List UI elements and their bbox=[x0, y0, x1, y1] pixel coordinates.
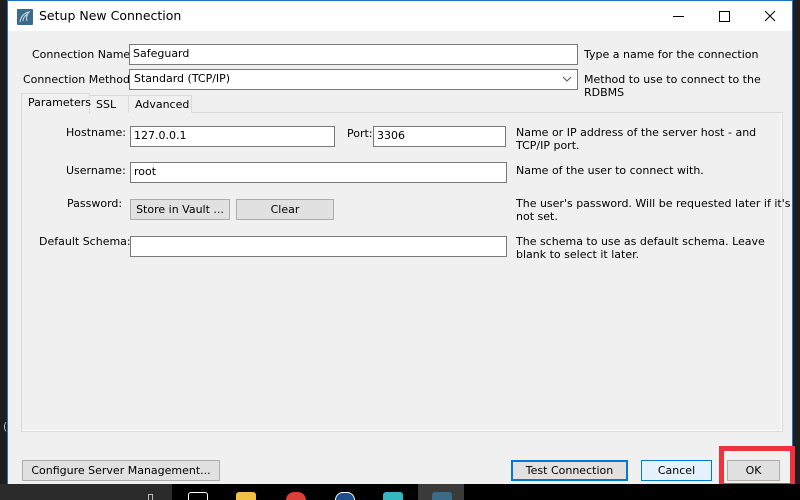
parameters-tab-panel bbox=[21, 112, 783, 432]
tab-ssl[interactable]: SSL bbox=[89, 95, 129, 113]
chrome-icon[interactable] bbox=[286, 492, 306, 500]
hostname-hint: Name or IP address of the server host - … bbox=[516, 126, 756, 152]
default-schema-label: Default Schema: bbox=[39, 235, 131, 248]
setup-connection-dialog: Setup New Connection Connection Name: Sa… bbox=[7, 0, 793, 484]
password-hint: The user's password. Will be requested l… bbox=[516, 197, 790, 223]
connection-method-hint: Method to use to connect to the RDBMS bbox=[584, 73, 761, 99]
minimize-icon bbox=[672, 15, 684, 17]
default-schema-input[interactable] bbox=[130, 236, 507, 257]
default-schema-hint-line2: blank to select it later. bbox=[516, 248, 640, 261]
close-button[interactable] bbox=[747, 1, 793, 31]
connection-method-select[interactable]: Standard (TCP/IP) bbox=[129, 69, 578, 90]
port-label: Port: bbox=[347, 127, 373, 140]
notepad-icon[interactable] bbox=[383, 492, 403, 500]
mysql-workbench-icon[interactable] bbox=[432, 492, 452, 500]
default-schema-hint-line1: The schema to use as default schema. Lea… bbox=[516, 235, 765, 248]
minimize-button[interactable] bbox=[655, 1, 701, 31]
close-icon bbox=[764, 10, 776, 22]
maximize-button[interactable] bbox=[701, 1, 747, 31]
connection-method-label: Connection Method: bbox=[23, 73, 134, 86]
default-schema-hint: The schema to use as default schema. Lea… bbox=[516, 235, 765, 261]
taskbar-apps-area bbox=[172, 484, 800, 500]
connection-name-hint: Type a name for the connection bbox=[584, 48, 759, 61]
app-icon[interactable] bbox=[335, 492, 355, 500]
connection-method-value: Standard (TCP/IP) bbox=[134, 72, 231, 85]
clear-password-button[interactable]: Clear bbox=[236, 199, 334, 220]
username-input[interactable]: root bbox=[130, 162, 507, 183]
hostname-label: Hostname: bbox=[66, 126, 126, 139]
cancel-button[interactable]: Cancel bbox=[641, 460, 712, 481]
hostname-input[interactable]: 127.0.0.1 bbox=[130, 126, 335, 147]
chevron-down-icon bbox=[563, 76, 571, 82]
username-label: Username: bbox=[66, 164, 126, 177]
password-label: Password: bbox=[67, 197, 123, 210]
file-explorer-icon[interactable] bbox=[236, 492, 256, 500]
connection-name-label: Connection Name: bbox=[32, 48, 134, 61]
tab-advanced[interactable]: Advanced bbox=[128, 95, 192, 113]
password-hint-line2: not set. bbox=[516, 210, 558, 223]
test-connection-button[interactable]: Test Connection bbox=[511, 460, 628, 481]
mysql-workbench-dolphin-icon bbox=[17, 9, 33, 25]
username-hint: Name of the user to connect with. bbox=[516, 164, 704, 177]
configure-server-management-button[interactable]: Configure Server Management... bbox=[22, 460, 220, 481]
taskbar bbox=[0, 484, 800, 500]
maximize-icon bbox=[718, 10, 730, 22]
task-view-icon[interactable] bbox=[188, 492, 208, 500]
password-hint-line1: The user's password. Will be requested l… bbox=[516, 197, 791, 210]
title-bar[interactable]: Setup New Connection bbox=[8, 1, 792, 31]
taskbar-search-glyph bbox=[148, 494, 153, 500]
hostname-hint-line1: Name or IP address of the server host - … bbox=[516, 126, 757, 139]
port-input[interactable]: 3306 bbox=[373, 126, 506, 147]
store-in-vault-button[interactable]: Store in Vault ... bbox=[130, 199, 230, 220]
connection-name-input[interactable]: Safeguard bbox=[129, 44, 578, 65]
hostname-hint-line2: TCP/IP port. bbox=[516, 139, 580, 152]
tab-parameters[interactable]: Parameters bbox=[21, 93, 91, 114]
ok-button[interactable]: OK bbox=[727, 460, 780, 481]
window-title: Setup New Connection bbox=[39, 8, 182, 23]
